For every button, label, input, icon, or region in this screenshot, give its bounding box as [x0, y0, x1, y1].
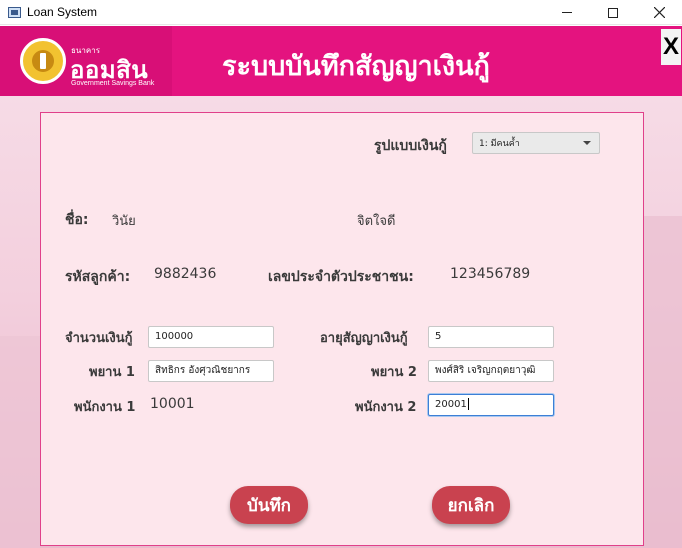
customer-id-value: 9882436 — [154, 266, 217, 282]
window-titlebar: Loan System — [0, 0, 682, 25]
witness2-label: พยาน 2 — [371, 365, 417, 380]
loan-amount-label: จำนวนเงินกู้ — [65, 331, 133, 346]
background-building-left — [0, 336, 40, 548]
employee2-label: พนักงาน 2 — [355, 400, 417, 415]
name-label: ชื่อ: — [65, 212, 89, 228]
text-caret — [467, 398, 469, 410]
loan-amount-input[interactable]: 100000 — [148, 326, 274, 348]
employee1-label: พนักงาน 1 — [74, 400, 136, 415]
citizen-id-value: 123456789 — [450, 266, 531, 282]
maximize-icon — [608, 7, 618, 18]
app-close-button[interactable]: X — [661, 29, 681, 65]
last-name-value: จิตใจดี — [357, 214, 396, 229]
window-title: Loan System — [27, 5, 98, 19]
witness1-input[interactable]: สิทธิกร อังศุวณิชยากร — [148, 360, 274, 382]
chevron-down-icon — [583, 141, 591, 145]
first-name-value: วินัย — [112, 214, 136, 229]
minimize-icon — [562, 12, 572, 13]
employee2-input-value: 20001 — [435, 399, 467, 410]
witness1-label: พยาน 1 — [89, 365, 135, 380]
window-close-button[interactable] — [636, 0, 682, 25]
customer-id-label: รหัสลูกค้า: — [65, 269, 131, 285]
cancel-button[interactable]: ยกเลิก — [432, 486, 510, 524]
loan-type-selected: 1: มีคนค้ำ — [479, 139, 520, 149]
minimize-button[interactable] — [544, 0, 590, 25]
loan-term-input[interactable]: 5 — [428, 326, 554, 348]
app-header: ธนาคาร ออมสิน Government Savings Bank ระ… — [0, 26, 682, 96]
employee2-input[interactable]: 20001 — [428, 394, 554, 416]
gsb-logo: ธนาคาร ออมสิน Government Savings Bank — [0, 26, 172, 96]
citizen-id-label: เลขประจำตัวประชาชน: — [268, 269, 414, 285]
witness2-input[interactable]: พงศ์สิริ เจริญกฤตยาวุฒิ — [428, 360, 554, 382]
gsb-emblem-icon — [20, 38, 66, 84]
logo-sub-text: Government Savings Bank — [71, 80, 155, 87]
save-button[interactable]: บันทึก — [230, 486, 308, 524]
employee1-value: 10001 — [150, 396, 195, 412]
loan-form-panel: รูปแบบเงินกู้ 1: มีคนค้ำ ชื่อ: วินัย จิต… — [40, 112, 644, 546]
close-icon — [653, 7, 665, 18]
loan-type-label: รูปแบบเงินกู้ — [374, 138, 447, 154]
page-title: ระบบบันทึกสัญญาเงินกู้ — [222, 51, 490, 82]
maximize-button[interactable] — [590, 0, 636, 25]
loan-type-select[interactable]: 1: มีคนค้ำ — [472, 132, 600, 154]
app-icon — [8, 7, 21, 18]
loan-term-label: อายุสัญญาเงินกู้ — [320, 331, 408, 346]
